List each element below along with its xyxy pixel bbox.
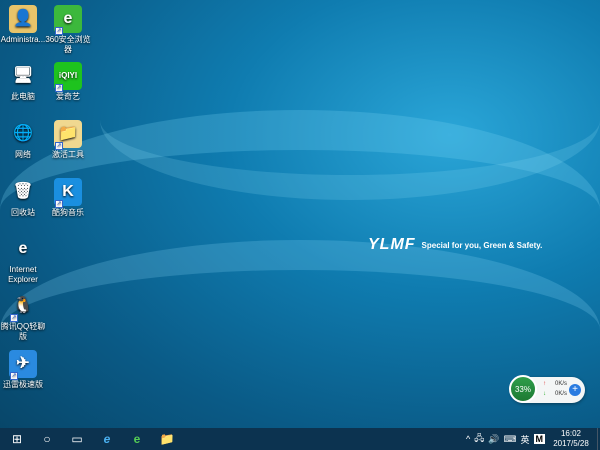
start-button[interactable]: ⊞ [2, 428, 32, 450]
upload-arrow-icon: ↑ [543, 381, 546, 387]
desktop-icon[interactable]: 👤 Administra... [0, 5, 46, 45]
wallpaper-logo: YLMF Special for you, Green & Safety. [368, 236, 588, 254]
app-icon: 🖥 [12, 67, 34, 84]
download-arrow-icon: ↓ [543, 391, 546, 397]
date: 2017/5/28 [553, 439, 589, 448]
app-icon: 🗑 [12, 183, 34, 200]
network-speed-widget[interactable]: 33% ↑ 0K/s ↓ 0K/s + [509, 375, 585, 403]
task-view-button[interactable]: ▭ [62, 428, 92, 450]
keyboard-icon[interactable]: ⌨ [503, 434, 516, 445]
desktop-icon[interactable]: 🐧 腾讯QQ轻聊版 ↗ [0, 292, 46, 342]
desktop-icon-label: 网络 [15, 150, 31, 159]
desktop-icon-label: 回收站 [11, 208, 35, 217]
desktop-icon-label: 爱奇艺 [56, 92, 80, 101]
time: 16:02 [560, 429, 582, 438]
wallpaper-wave [100, 40, 600, 200]
volume-icon[interactable]: 🔊 [488, 434, 499, 445]
app-icon: 🌐 [13, 125, 33, 142]
network-icon[interactable]: 🖧 [474, 431, 484, 447]
desktop-icon[interactable]: e Internet Explorer [0, 235, 46, 285]
desktop-icon[interactable]: ✈ 迅雷极速版 ↗ [0, 350, 46, 390]
slogan: Special for you, Green & Safety. [421, 240, 543, 250]
desktop-icon-label: Internet Explorer [8, 265, 38, 284]
upload-speed: ↑ 0K/s [543, 381, 567, 387]
desktop-icon[interactable]: 🗑 回收站 [0, 178, 46, 218]
ime-mode-icon[interactable]: M [533, 434, 545, 444]
shortcut-arrow-icon: ↗ [10, 314, 18, 322]
desktop-icon[interactable]: 🌐 网络 [0, 120, 46, 160]
shortcut-arrow-icon: ↗ [55, 27, 63, 35]
memory-percent[interactable]: 33% [509, 375, 537, 403]
desktop-icon[interactable]: iQIYI 爱奇艺 ↗ [45, 62, 91, 102]
360-browser-taskbar-icon[interactable]: e [122, 428, 152, 450]
download-speed: ↓ 0K/s [543, 391, 567, 397]
shortcut-arrow-icon: ↗ [55, 84, 63, 92]
system-tray: ^ 🖧 🔊 ⌨ 英 M 16:02 2017/5/28 [466, 428, 600, 450]
app-icon: e [18, 240, 28, 257]
ie-taskbar-icon[interactable]: e [92, 428, 122, 450]
chevron-up-icon[interactable]: ^ [466, 434, 470, 444]
shortcut-arrow-icon: ↗ [55, 142, 63, 150]
desktop-icon[interactable]: e 360安全浏览器 ↗ [45, 5, 91, 55]
plus-icon[interactable]: + [569, 384, 581, 396]
desktop-icon-label: 腾讯QQ轻聊版 [0, 322, 46, 341]
desktop-icon[interactable]: K 酷狗音乐 ↗ [45, 178, 91, 218]
desktop-icon-label: 此电脑 [11, 92, 35, 101]
desktop-icon-label: 酷狗音乐 [52, 208, 84, 217]
download-value: 0K/s [554, 391, 567, 397]
shortcut-arrow-icon: ↗ [55, 200, 63, 208]
app-icon: 👤 [9, 5, 37, 33]
desktop-icon[interactable]: 🖥 此电脑 [0, 62, 46, 102]
ime-indicator[interactable]: 英 [520, 433, 529, 446]
ylmf-logo: YLMF [368, 236, 416, 253]
file-explorer-icon[interactable]: 📁 [152, 428, 182, 450]
desktop-icon-label: 迅雷极速版 [3, 380, 43, 389]
clock[interactable]: 16:02 2017/5/28 [549, 429, 593, 449]
search-button[interactable]: ○ [32, 428, 62, 450]
desktop-icon-label: 激活工具 [52, 150, 84, 159]
desktop-icon-label: Administra... [0, 35, 46, 44]
desktop-icon[interactable]: 📁 激活工具 ↗ [45, 120, 91, 160]
taskbar: ⊞ ○ ▭ e e 📁 ^ 🖧 🔊 ⌨ 英 M 16:02 2017/5/28 [0, 428, 600, 450]
upload-value: 0K/s [554, 381, 567, 387]
desktop-icon-label: 360安全浏览器 [45, 35, 91, 54]
shortcut-arrow-icon: ↗ [10, 372, 18, 380]
